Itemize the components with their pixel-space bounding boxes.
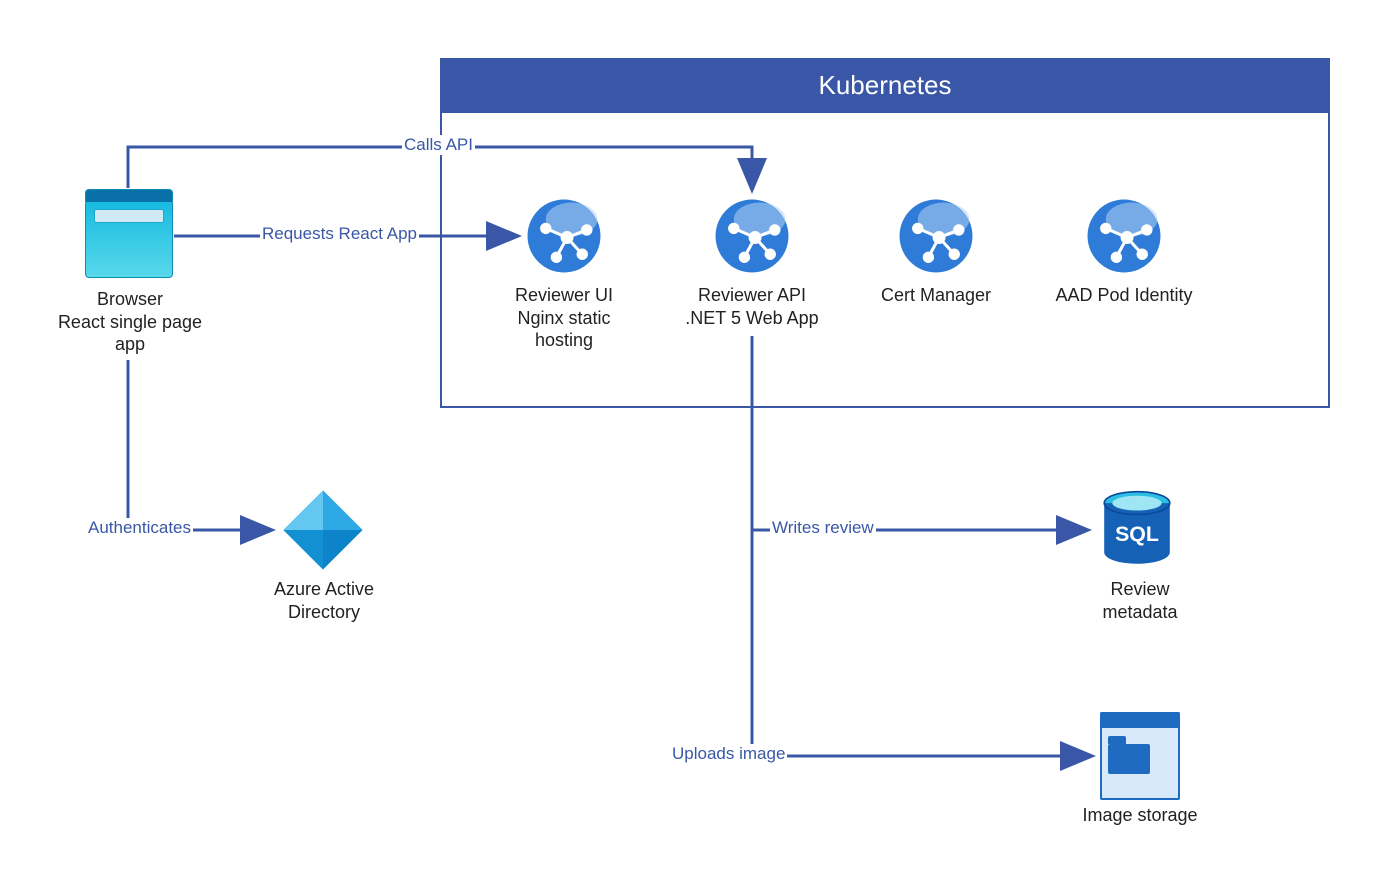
- storage-label: Image storage: [1060, 804, 1220, 827]
- storage-icon: [1100, 724, 1180, 800]
- reviewer-api-label: Reviewer API .NET 5 Web App: [662, 284, 842, 329]
- azure-active-directory-icon: [280, 487, 366, 573]
- reviewer-ui-label: Reviewer UI Nginx static hosting: [474, 284, 654, 352]
- edge-label-calls-api: Calls API: [402, 135, 475, 155]
- webapp-icon: [1086, 198, 1162, 274]
- webapp-icon: [714, 198, 790, 274]
- browser-urlbar: [94, 209, 164, 223]
- sql-label: Review metadata: [1060, 578, 1220, 623]
- edge-label-uploads-image: Uploads image: [670, 744, 787, 764]
- browser-icon: [85, 200, 173, 278]
- kubernetes-title: Kubernetes: [442, 60, 1328, 113]
- aad-pod-identity-label: AAD Pod Identity: [1034, 284, 1214, 307]
- svg-text:SQL: SQL: [1115, 522, 1159, 546]
- webapp-icon: [526, 198, 602, 274]
- cert-manager-label: Cert Manager: [846, 284, 1026, 307]
- browser-label: Browser React single page app: [40, 288, 220, 356]
- webapp-icon: [898, 198, 974, 274]
- aad-label: Azure Active Directory: [244, 578, 404, 623]
- edge-label-authenticates: Authenticates: [86, 518, 193, 538]
- edge-label-writes-review: Writes review: [770, 518, 876, 538]
- edge-label-requests-app: Requests React App: [260, 224, 419, 244]
- sql-database-icon: SQL: [1096, 490, 1178, 572]
